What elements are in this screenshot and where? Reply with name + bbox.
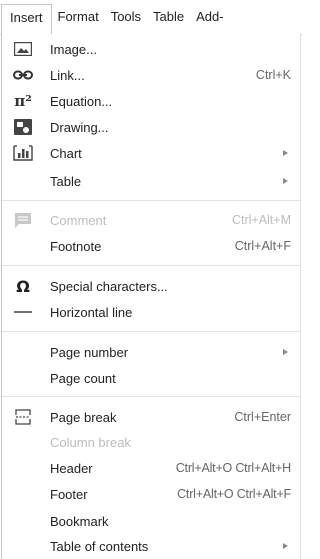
drawing-icon bbox=[12, 117, 34, 137]
menu-separator bbox=[2, 265, 300, 266]
menu-item-label: Header bbox=[50, 460, 93, 476]
comment-icon bbox=[12, 210, 34, 230]
menu-insert[interactable]: Insert bbox=[1, 4, 52, 35]
menu-item-label: Link... bbox=[50, 67, 85, 83]
submenu-arrow-icon bbox=[283, 178, 288, 184]
chart-icon bbox=[12, 143, 34, 163]
menu-item-label: Bookmark bbox=[50, 513, 109, 529]
menu-format[interactable]: Format bbox=[52, 10, 105, 23]
menu-item-label: Comment bbox=[50, 212, 107, 228]
menu-item-horizontal-line[interactable]: Horizontal line bbox=[2, 299, 300, 325]
menu-item-special-characters[interactable]: Ω Special characters... bbox=[2, 273, 300, 299]
menu-separator bbox=[2, 200, 300, 201]
menu-item-label: Page number bbox=[50, 344, 129, 360]
menu-tools[interactable]: Tools bbox=[105, 10, 147, 23]
menu-item-label: Special characters... bbox=[50, 278, 168, 294]
menu-separator bbox=[2, 331, 300, 332]
image-icon bbox=[12, 39, 34, 59]
menu-separator bbox=[2, 396, 300, 397]
menu-item-label: Footnote bbox=[50, 238, 102, 254]
menu-item-link[interactable]: Link... Ctrl+K bbox=[2, 62, 300, 88]
submenu-arrow-icon bbox=[283, 543, 288, 549]
menu-item-label: Table bbox=[50, 173, 82, 189]
shortcut-label: Ctrl+Enter bbox=[234, 410, 291, 424]
menu-item-label: Image... bbox=[50, 41, 97, 57]
menu-item-column-break: Column break bbox=[2, 429, 300, 455]
menu-item-label: Drawing... bbox=[50, 119, 109, 135]
horizontal-line-icon bbox=[12, 302, 34, 322]
menu-item-table[interactable]: Table bbox=[2, 168, 300, 194]
menu-addons[interactable]: Add- bbox=[190, 10, 229, 23]
shortcut-label: Ctrl+Alt+M bbox=[231, 213, 291, 227]
menu-item-label: Column break bbox=[50, 434, 131, 450]
menu-item-label: Footer bbox=[50, 486, 88, 502]
menu-item-page-number[interactable]: Page number bbox=[2, 339, 300, 365]
menu-item-label: Chart bbox=[50, 145, 82, 161]
menu-item-footnote[interactable]: Footnote Ctrl+Alt+F bbox=[2, 233, 300, 259]
menu-item-label: Page break bbox=[50, 409, 117, 425]
shortcut-label: Ctrl+K bbox=[255, 68, 291, 82]
equation-icon: π² bbox=[14, 92, 32, 110]
submenu-arrow-icon bbox=[283, 150, 288, 156]
menu-item-label: Page count bbox=[50, 370, 116, 386]
menu-item-header[interactable]: Header Ctrl+Alt+O Ctrl+Alt+H bbox=[2, 455, 300, 481]
menu-bar: Insert Format Tools Table Add- bbox=[0, 0, 302, 35]
shortcut-label: Ctrl+Alt+F bbox=[234, 239, 291, 253]
menu-item-chart[interactable]: Chart bbox=[2, 140, 300, 166]
menu-item-page-count[interactable]: Page count bbox=[2, 365, 300, 391]
menu-item-label: Horizontal line bbox=[50, 304, 133, 320]
menu-item-page-break[interactable]: Page break Ctrl+Enter bbox=[2, 404, 300, 430]
omega-icon: Ω bbox=[16, 276, 30, 296]
page-break-icon bbox=[12, 407, 34, 427]
menu-item-label: Equation... bbox=[50, 93, 113, 109]
menu-table[interactable]: Table bbox=[147, 10, 190, 23]
link-icon bbox=[12, 65, 34, 85]
menu-item-equation[interactable]: π² Equation... bbox=[2, 88, 300, 114]
shortcut-label: Ctrl+Alt+O Ctrl+Alt+H bbox=[175, 461, 291, 475]
menu-item-label: Table of contents bbox=[50, 538, 149, 554]
insert-menu-dropdown: Image... Link... Ctrl+K π² Equation... D… bbox=[1, 34, 301, 559]
menu-item-table-of-contents[interactable]: Table of contents bbox=[2, 533, 300, 559]
menu-item-image[interactable]: Image... bbox=[2, 36, 300, 62]
menu-item-bookmark[interactable]: Bookmark bbox=[2, 508, 300, 534]
menu-item-comment: Comment Ctrl+Alt+M bbox=[2, 207, 300, 233]
menu-item-footer[interactable]: Footer Ctrl+Alt+O Ctrl+Alt+F bbox=[2, 481, 300, 507]
submenu-arrow-icon bbox=[283, 349, 288, 355]
menu-item-drawing[interactable]: Drawing... bbox=[2, 114, 300, 140]
shortcut-label: Ctrl+Alt+O Ctrl+Alt+F bbox=[177, 487, 291, 501]
